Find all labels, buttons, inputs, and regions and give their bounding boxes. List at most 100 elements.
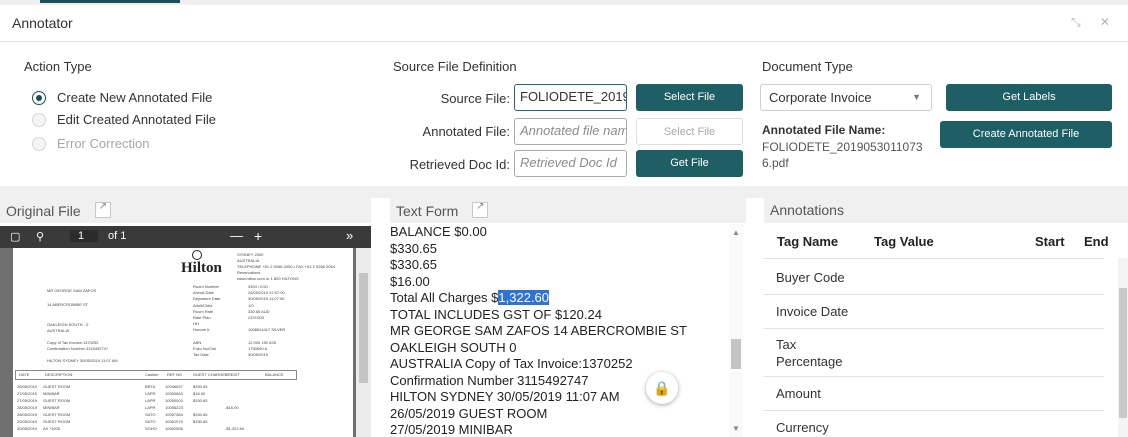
zoom-out-button[interactable]: —	[230, 228, 243, 243]
radio-edit-created[interactable]: Edit Created Annotated File	[32, 112, 216, 127]
pdf-info-label: Rate Plan	[193, 315, 211, 320]
pdf-table-cell: $330.65	[193, 384, 208, 389]
source-file-input[interactable]: FOLIODETE_201905	[514, 84, 627, 111]
pdf-address-line: www.hilton.com or 1 800 HILTONS	[237, 276, 299, 281]
text-form-scrollbar[interactable]: ▲ ▼	[729, 224, 743, 437]
pdf-info-label: Departure Date	[193, 296, 221, 302]
pdf-table-cell: SOHO	[145, 426, 157, 431]
text-line: OAKLEIGH SOUTH 0	[390, 339, 517, 355]
scroll-up-icon[interactable]: ▲	[732, 228, 740, 237]
annotated-file-input[interactable]: Annotated file nam	[514, 118, 627, 145]
pdf-table-cell: 10061079	[165, 419, 183, 424]
pdf-table-header-cell: Cashier	[145, 372, 159, 377]
document-type-heading: Document Type	[762, 59, 853, 74]
scroll-thumb[interactable]	[1119, 288, 1127, 418]
pdf-guest-line: AUSTRALIA	[47, 328, 70, 333]
page-number-input[interactable]: 1	[70, 230, 98, 242]
zoom-in-button[interactable]: +	[254, 228, 262, 244]
scroll-thumb[interactable]	[359, 273, 368, 383]
hilton-logo-icon	[192, 250, 202, 260]
pdf-page: Hilton SYDNEY 2000 AUSTRALIA TELEPHONE +61…	[13, 248, 353, 437]
lock-icon[interactable]: 🔒	[646, 372, 678, 404]
radio-unchecked-icon[interactable]	[32, 112, 46, 127]
pdf-guest-line: HILTON SYDNEY 30/05/2019 11:07 AM	[47, 358, 118, 363]
annotations-header: Annotations	[764, 198, 1128, 223]
pdf-table-cell: 10057084	[165, 412, 183, 417]
pdf-table-cell: LAPR	[145, 391, 156, 396]
pdf-table-cell: SATO	[145, 412, 156, 417]
pdf-info-label: Folio No/Chk	[193, 346, 217, 351]
app-title: Annotator	[12, 15, 73, 31]
pdf-table-header-cell: CREDIT	[225, 372, 240, 377]
scroll-down-icon[interactable]: ▼	[732, 424, 740, 433]
document-type-value: Corporate Invoice	[769, 90, 872, 105]
text-line: 27/05/2019 MINIBAR	[390, 422, 513, 437]
chevron-down-icon: ▼	[912, 92, 921, 102]
annotated-file-name-label: Annotated File Name:	[762, 123, 886, 137]
annotated-file-label: Annotated File:	[422, 124, 510, 139]
column-end: End	[1084, 234, 1109, 249]
section-divider	[0, 186, 1128, 198]
row-divider	[764, 328, 1104, 329]
column-start: Start	[1035, 234, 1065, 249]
pdf-table-header-cell: BALANCE	[265, 372, 284, 377]
expand-icon[interactable]	[472, 201, 489, 218]
pdf-info-label: Room Rate	[193, 308, 214, 314]
retrieved-doc-input[interactable]: Retrieved Doc Id	[514, 150, 627, 177]
pdf-table-cell: MINIBAR	[43, 405, 60, 410]
expand-icon[interactable]	[94, 201, 111, 218]
text-form-content[interactable]: BALANCE $0.00 $330.65 $330.65 $16.00 Tot…	[390, 224, 730, 437]
table-row[interactable]: Currency	[764, 410, 1104, 437]
document-type-select[interactable]: Corporate Invoice ▼	[760, 84, 932, 111]
pdf-info-value: 26/05/2019 22:07:00	[248, 290, 285, 296]
table-row[interactable]: Amount	[764, 376, 1104, 410]
pdf-info-label: ABN	[193, 339, 202, 345]
sidebar-icon[interactable]: ▢	[10, 230, 20, 243]
retrieved-doc-label: Retrieved Doc Id:	[409, 157, 510, 172]
pdf-info-value: 30/05/2019	[248, 352, 269, 358]
pdf-address-line: Reservations	[237, 270, 261, 275]
pdf-info-label: Adult/Child	[193, 302, 213, 308]
pdf-guest-line: Confirmation Number 3115492747	[47, 346, 109, 351]
original-file-header: Original File	[0, 198, 371, 223]
selected-text[interactable]: 1,322.60	[498, 290, 550, 305]
app-header: Annotator ⤡ ✕	[0, 5, 1128, 42]
search-icon[interactable]: ⚲	[36, 230, 44, 243]
text-line: MR GEORGE SAM ZAFOS 14 ABERCROMBIE ST	[390, 323, 687, 338]
pdf-table-header-cell: DESCRIPTION	[45, 372, 73, 377]
pdf-table-cell: 30/05/2019	[17, 426, 38, 431]
pdf-address-line: SYDNEY 2000	[237, 252, 264, 257]
text-line: $16.00	[390, 273, 430, 289]
pdf-scrollbar[interactable]	[356, 248, 371, 437]
text-line: Confirmation Number 3115492747	[390, 372, 589, 388]
pdf-table-cell: 26/05/2019	[17, 384, 38, 389]
radio-checked-icon[interactable]	[32, 90, 46, 105]
pdf-table-cell: GUEST ROOM	[43, 412, 71, 417]
pdf-table-cell: 10050003	[165, 398, 183, 403]
pdf-table-header-cell: REF NO	[167, 372, 183, 377]
pdf-info-value: 3304 / K1D	[248, 284, 269, 289]
text-line: 26/05/2019 GUEST ROOM	[390, 405, 548, 421]
window-controls[interactable]: ⤡ ✕	[1071, 15, 1118, 30]
table-row[interactable]: Buyer Code	[764, 258, 1104, 294]
pdf-table-cell: 28/05/2019	[17, 405, 38, 410]
pdf-guest-line: 14 ABERCROMBIE ST	[47, 302, 89, 307]
annotations-scrollbar[interactable]	[1118, 258, 1128, 437]
get-labels-button[interactable]: Get Labels	[946, 84, 1112, 111]
create-annotated-file-button[interactable]: Create Annotated File	[940, 121, 1112, 148]
select-file-button[interactable]: Select File	[636, 84, 743, 111]
radio-create-new[interactable]: Create New Annotated File	[32, 90, 212, 105]
hilton-logo: Hilton	[181, 260, 222, 276]
pdf-table-cell: GUEST ROOM	[43, 398, 71, 403]
table-row[interactable]: Invoice Date	[764, 294, 1104, 328]
toggle-panel-button[interactable]: »	[346, 228, 353, 243]
get-file-button[interactable]: Get File	[636, 150, 743, 177]
table-row[interactable]: Tax Percentage	[764, 328, 864, 376]
pdf-info-label: Honors #	[193, 327, 210, 333]
pdf-table-cell: 27/05/2019	[17, 398, 38, 403]
pdf-table-cell: AX *1005	[43, 426, 60, 431]
pdf-table-cell: 27/05/2019	[17, 391, 38, 396]
pdf-info-value: 1/0	[248, 302, 254, 308]
radio-unchecked-icon	[32, 136, 46, 151]
scroll-thumb[interactable]	[731, 339, 741, 369]
